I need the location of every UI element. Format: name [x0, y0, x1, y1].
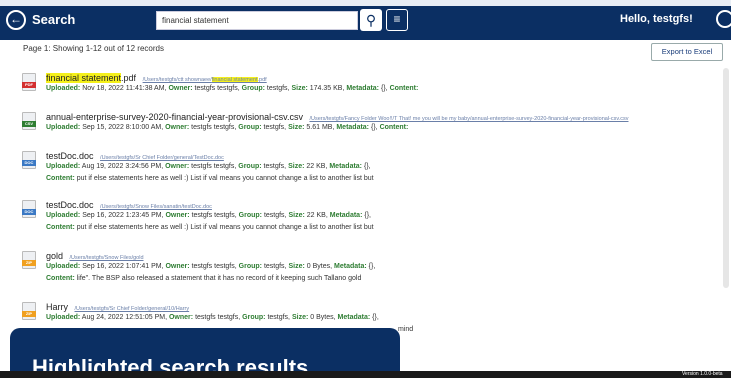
app-window: ← Search ⚲ ≡ Hello, testgfs! Page 1: Sho…	[0, 0, 731, 378]
menu-icon[interactable]: ≡	[386, 9, 408, 31]
result-details: Uploaded: Sep 16, 2022 1:23:45 PM, Owner…	[46, 212, 371, 219]
zip-file-icon: ZIP	[22, 251, 36, 269]
result-details: Uploaded: Aug 19, 2022 3:24:56 PM, Owner…	[46, 163, 371, 170]
result-details: Uploaded: Sep 16, 2022 1:07:41 PM, Owner…	[46, 263, 376, 270]
result-details: Uploaded: Aug 24, 2022 12:51:05 PM, Owne…	[46, 314, 379, 321]
results-scrollbar[interactable]	[723, 68, 729, 288]
result-title[interactable]: annual-enterprise-survey-2020-financial-…	[46, 112, 629, 122]
result-path[interactable]: /Users/testgfs/Fancy Folder Woo!!/T That…	[309, 116, 628, 122]
user-greeting: Hello, testgfs!	[620, 13, 693, 25]
result-details: Uploaded: Sep 15, 2022 8:10:00 AM, Owner…	[46, 124, 409, 131]
result-item[interactable]: DOC testDoc.doc /Users/testgfs/Sr Chief …	[22, 151, 712, 187]
result-content: Content: put if else statements here as …	[46, 175, 374, 182]
result-details: Uploaded: Nov 18, 2022 11:41:38 AM, Owne…	[46, 85, 419, 92]
result-path[interactable]: /Users/testgfs/Sr Chief Folder/general/T…	[100, 155, 224, 161]
export-excel-button[interactable]: Export to Excel	[651, 43, 723, 61]
top-bar: ← Search ⚲ ≡ Hello, testgfs!	[0, 0, 731, 40]
result-item[interactable]: DOC testDoc.doc /Users/testgfs/Snow File…	[22, 200, 712, 236]
version-label: Version 1.0.0-beta	[682, 371, 723, 377]
csv-file-icon: CSV	[22, 112, 36, 130]
search-input[interactable]	[156, 11, 358, 30]
doc-file-icon: DOC	[22, 151, 36, 169]
result-path[interactable]: /Users/testgfs/Snow Files/gold	[70, 255, 144, 261]
pdf-file-icon: PDF	[22, 73, 36, 91]
result-content: Content: life". The BSP also released a …	[46, 275, 362, 282]
page-title: Search	[32, 12, 76, 27]
search-icon[interactable]: ⚲	[360, 9, 382, 31]
result-path[interactable]: /Users/testgfs/ctt shownaee/financial st…	[143, 77, 267, 83]
result-title[interactable]: gold /Users/testgfs/Snow Files/gold	[46, 251, 144, 261]
result-item[interactable]: ZIP gold /Users/testgfs/Snow Files/gold …	[22, 251, 712, 287]
footer-strip	[0, 371, 731, 378]
result-item[interactable]: PDF financial statement.pdf /Users/testg…	[22, 73, 712, 99]
result-title[interactable]: Harry /Users/testgfs/Sr Chief Folder/gen…	[46, 302, 189, 312]
pagination-info: Page 1: Showing 1-12 out of 12 records	[23, 44, 164, 53]
result-content: mind	[398, 326, 414, 333]
doc-file-icon: DOC	[22, 200, 36, 218]
result-path[interactable]: /Users/testgfs/Snow Files/sanatin/testDo…	[100, 204, 212, 210]
result-item[interactable]: CSV annual-enterprise-survey-2020-financ…	[22, 112, 712, 138]
user-avatar-icon[interactable]	[716, 10, 731, 28]
result-title[interactable]: testDoc.doc /Users/testgfs/Snow Files/sa…	[46, 200, 212, 210]
back-arrow-icon[interactable]: ←	[6, 10, 26, 30]
result-title[interactable]: testDoc.doc /Users/testgfs/Sr Chief Fold…	[46, 151, 224, 161]
result-title[interactable]: financial statement.pdf /Users/testgfs/c…	[46, 73, 267, 83]
result-path[interactable]: /Users/testgfs/Sr Chief Folder/general/1…	[75, 306, 190, 312]
result-content: Content: put if else statements here as …	[46, 224, 374, 231]
top-accent-strip	[0, 0, 731, 6]
zip-file-icon: ZIP	[22, 302, 36, 320]
